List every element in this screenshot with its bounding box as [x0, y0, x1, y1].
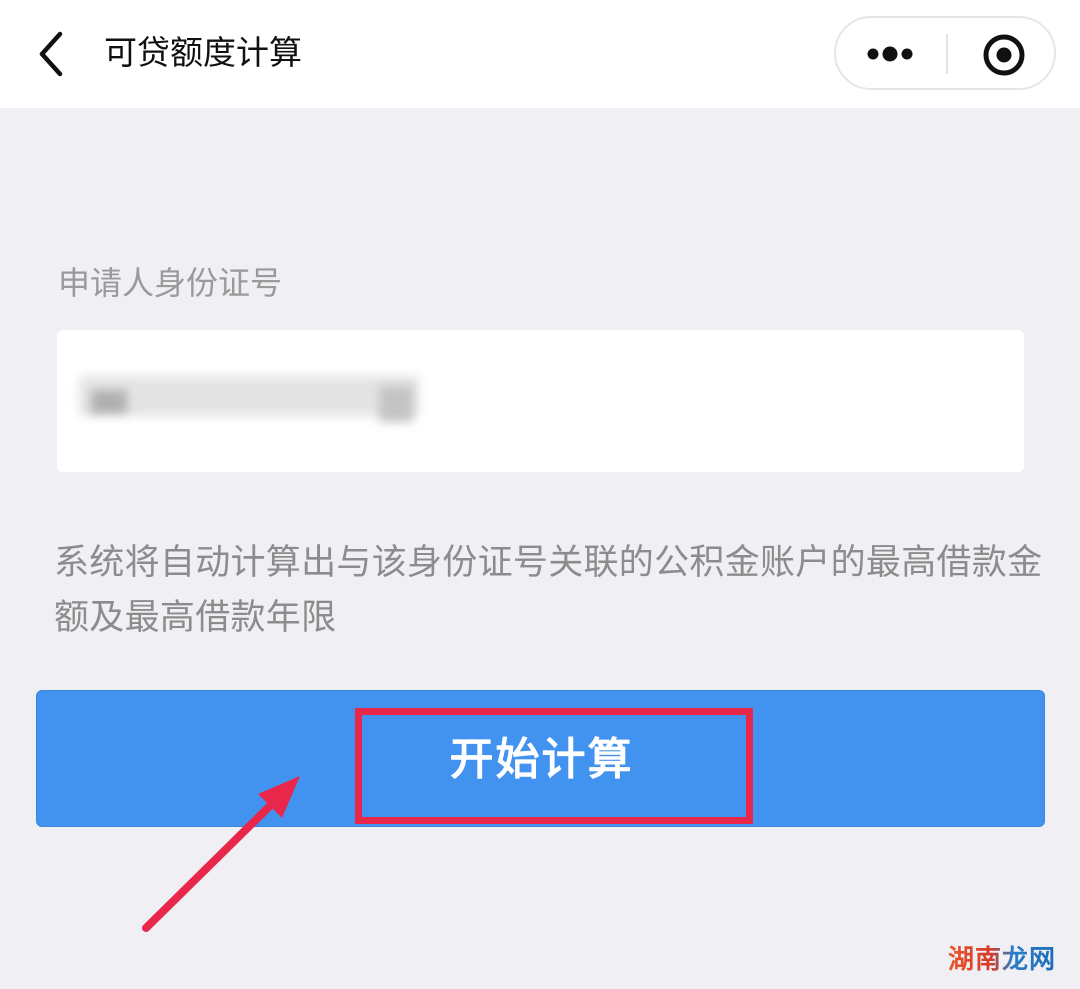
record-close-icon — [983, 34, 1025, 76]
id-number-label: 申请人身份证号 — [58, 264, 283, 302]
obscured-id-value — [79, 372, 439, 430]
start-calculation-button[interactable]: 开始计算 — [36, 690, 1045, 827]
chevron-left-icon — [39, 31, 63, 77]
watermark-text: 湖南龙网 — [948, 945, 1057, 975]
more-dots-icon — [867, 46, 913, 62]
start-calculation-label: 开始计算 — [449, 734, 634, 785]
id-number-input[interactable] — [57, 330, 1024, 472]
navigation-bar: 可贷额度计算 — [0, 0, 1080, 108]
watermark: 湖南龙网 — [948, 942, 1056, 978]
back-button[interactable] — [28, 24, 76, 84]
hint-text: 系统将自动计算出与该身份证号关联的公积金账户的最高借款金额及最高借款年限 — [54, 543, 1043, 638]
more-button[interactable] — [836, 18, 946, 88]
close-button[interactable] — [948, 18, 1056, 88]
mini-program-capsule — [834, 16, 1056, 90]
page-title: 可贷额度计算 — [104, 33, 302, 72]
